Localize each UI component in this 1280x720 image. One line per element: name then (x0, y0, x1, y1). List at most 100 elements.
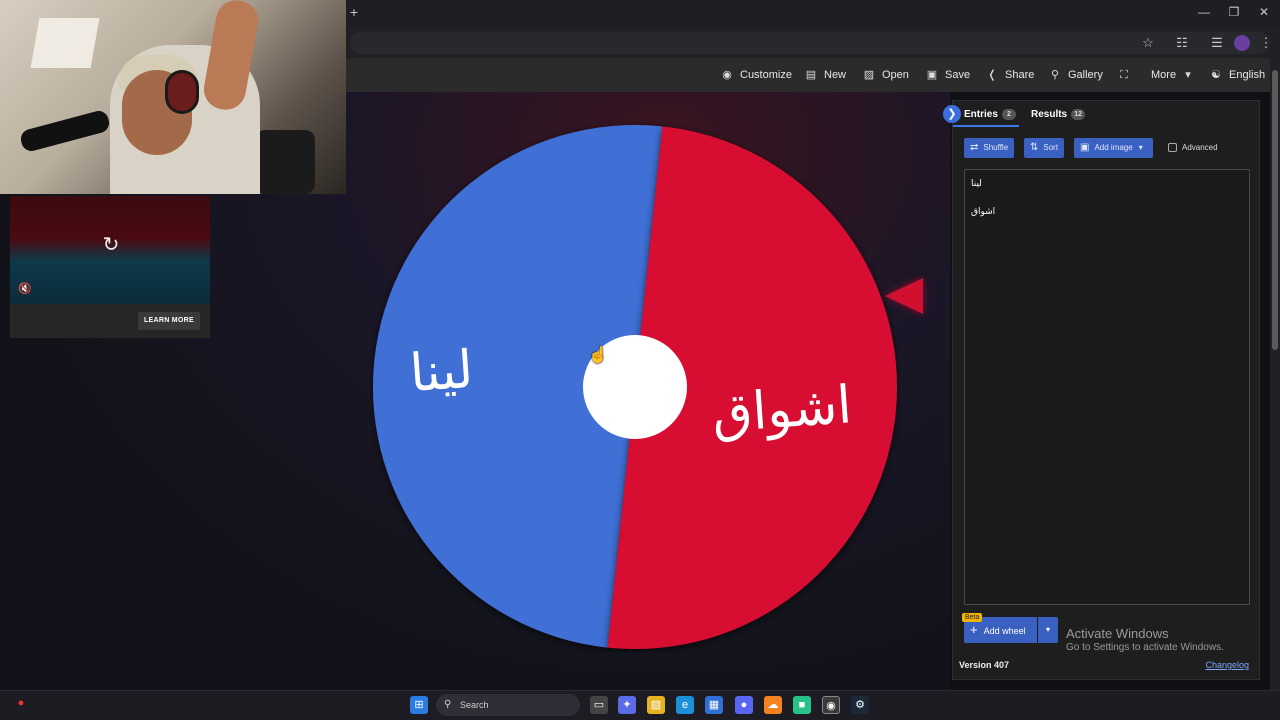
close-icon[interactable]: ✕ (1256, 5, 1272, 19)
page-scrollbar[interactable] (1270, 58, 1280, 690)
entries-count-badge: 2 (1001, 108, 1016, 120)
advanced-checkbox[interactable]: Advanced (1168, 142, 1218, 153)
results-count-badge: 12 (1071, 108, 1086, 120)
browser-menu-icon[interactable]: ⋮ (1258, 35, 1274, 51)
customize-button[interactable]: ◉ Customize (720, 66, 792, 84)
entries-textarea[interactable]: لينا اشواق (964, 169, 1250, 605)
add-wheel-dropdown[interactable]: ▾ (1038, 617, 1058, 643)
tab-results[interactable]: Results 12 (1031, 107, 1086, 123)
app-icon[interactable]: ■ (793, 696, 811, 714)
media-control-icon[interactable]: ☰ (1209, 35, 1225, 51)
wheel-label-2: اشواق (710, 375, 854, 445)
address-bar[interactable] (350, 32, 1270, 54)
fullscreen-icon: ⛶ (1120, 69, 1128, 81)
advanced-label: Advanced (1182, 143, 1218, 152)
copilot-icon[interactable]: ✦ (618, 696, 636, 714)
mute-icon[interactable]: 🔇 (18, 282, 32, 295)
discord-icon[interactable]: ● (735, 696, 753, 714)
add-wheel-label: Add wheel (983, 626, 1026, 636)
video-ad[interactable]: ↻ 🔇 LEARN MORE (10, 196, 210, 338)
search-icon: ⚲ (1050, 69, 1060, 81)
scrollbar-thumb[interactable] (1272, 70, 1278, 350)
shuffle-label: Shuffle (983, 143, 1009, 152)
bookmark-star-icon[interactable]: ☆ (1140, 35, 1156, 51)
save-button[interactable]: ▣ Save (925, 66, 970, 84)
chrome-icon[interactable]: ◉ (822, 696, 840, 714)
windows-taskbar (0, 690, 1280, 720)
extensions-icon[interactable]: ☷ (1174, 35, 1190, 51)
gallery-label: Gallery (1068, 69, 1103, 81)
edge-icon[interactable]: e (676, 696, 694, 714)
cloud-icon[interactable]: ☁ (764, 696, 782, 714)
shuffle-button[interactable]: ⇄ Shuffle (964, 138, 1015, 158)
taskbar-search-label: Search (460, 700, 489, 710)
open-label: Open (882, 69, 909, 81)
start-windows-icon[interactable]: ⊞ (410, 696, 428, 714)
new-tab-button[interactable]: + (347, 5, 361, 19)
entries-panel: ❯ Entries 2 Results 12 ⇄ Shuffle ⇅ Sort ▣ Add… (943, 100, 1260, 680)
sort-label: Sort (1043, 143, 1059, 152)
new-button[interactable]: ▤ New (804, 66, 846, 84)
profile-avatar[interactable] (1234, 35, 1250, 51)
store-icon[interactable]: ▦ (705, 696, 723, 714)
changelog-link[interactable]: Changelog (1205, 660, 1249, 670)
folder-icon: ▨ (863, 69, 875, 81)
notification-icon[interactable]: ● (12, 694, 30, 712)
more-button[interactable]: More ▾ (1151, 66, 1195, 84)
learn-more-button[interactable]: LEARN MORE (137, 312, 200, 330)
add-image-label: Add image (1094, 143, 1133, 152)
file-explorer-icon[interactable]: ▨ (647, 696, 665, 714)
minimize-icon[interactable]: — (1196, 5, 1212, 19)
activate-subtitle: Go to Settings to activate Windows. (1066, 642, 1224, 653)
beta-badge: Beta (962, 613, 983, 622)
webcam-overlay (0, 0, 346, 194)
save-icon: ▣ (926, 69, 938, 81)
chair (255, 130, 315, 194)
steam-icon[interactable]: ⚙ (851, 696, 869, 714)
entry-line[interactable]: اشواق (971, 205, 995, 219)
gallery-button[interactable]: ⚲ Gallery (1048, 66, 1103, 84)
palette-icon: ◉ (722, 69, 732, 81)
save-label: Save (945, 69, 971, 81)
tab-entries[interactable]: Entries 2 (964, 107, 1016, 123)
chevron-down-icon: ▾ (1138, 143, 1143, 152)
share-icon: ❬ (987, 69, 997, 81)
sort-button[interactable]: ⇅ Sort (1024, 138, 1065, 158)
replay-icon[interactable]: ↻ (100, 234, 122, 256)
wheel-label-1: لينا (407, 339, 476, 405)
active-tab-indicator (953, 125, 1019, 127)
collapse-panel-button[interactable]: ❯ (943, 105, 961, 123)
new-label: New (824, 69, 847, 81)
taskbar-search[interactable]: ⚲ Search (436, 694, 580, 716)
headset (165, 70, 199, 114)
open-button[interactable]: ▨ Open (862, 66, 909, 84)
language-label: English (1229, 69, 1266, 81)
task-view-icon[interactable]: ▭ (590, 696, 608, 714)
add-image-button[interactable]: ▣ Add image ▾ (1074, 138, 1153, 158)
image-icon: ▣ (1080, 142, 1090, 153)
microphone (18, 108, 112, 154)
tab-results-label: Results (1031, 109, 1068, 120)
version-label: Version 407 (959, 660, 1010, 670)
panel-tabs: ❯ Entries 2 Results 12 (943, 101, 1259, 127)
fullscreen-button[interactable]: ⛶ (1117, 66, 1137, 84)
more-label: More (1151, 69, 1177, 81)
shuffle-icon: ⇄ (970, 142, 979, 153)
activate-windows-watermark: Activate Windows Go to Settings to activ… (1066, 626, 1224, 654)
activate-title: Activate Windows (1066, 626, 1169, 641)
hand-cursor-icon: ☝ (588, 347, 608, 364)
tab-entries-label: Entries (964, 109, 998, 120)
search-icon: ⚲ (444, 699, 452, 710)
entry-line[interactable]: لينا (971, 177, 982, 191)
checkbox-box[interactable] (1168, 143, 1177, 153)
share-label: Share (1005, 69, 1035, 81)
customize-label: Customize (740, 69, 792, 81)
restore-icon[interactable]: ❐ (1226, 5, 1242, 19)
chevron-down-icon: ▾ (1185, 69, 1191, 81)
sort-icon: ⇅ (1030, 142, 1039, 153)
softbox-light (30, 18, 100, 68)
language-button[interactable]: ☯ English (1209, 66, 1265, 84)
share-button[interactable]: ❬ Share (985, 66, 1034, 84)
globe-icon: ☯ (1211, 69, 1221, 81)
plus-icon: + (970, 622, 978, 637)
